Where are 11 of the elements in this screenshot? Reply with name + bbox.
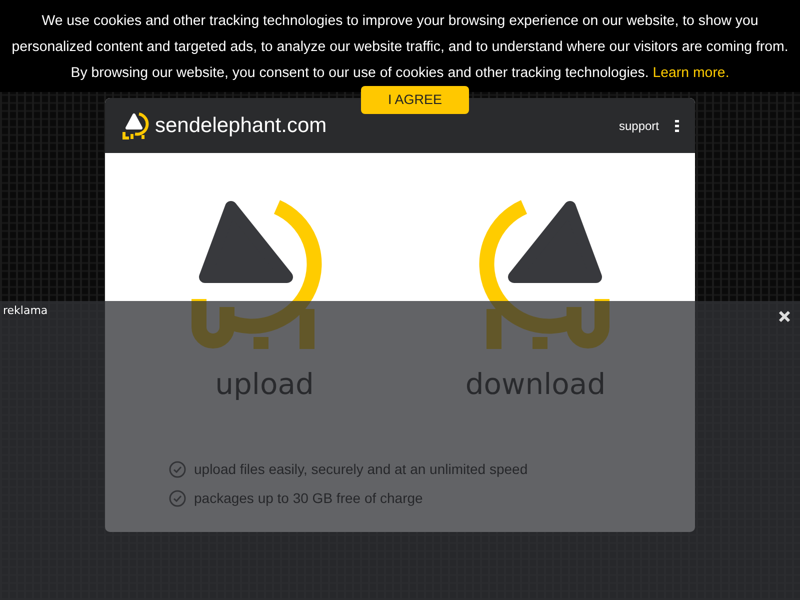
feature-text: upload files easily, securely and at an unlimited speed [194,460,528,479]
site-logo-text[interactable]: sendelephant.com [155,110,327,142]
elephant-logo-icon [121,110,151,140]
ad-label: reklama [3,303,48,319]
learn-more-link[interactable]: Learn more. [652,65,730,81]
agree-button[interactable]: I AGREE [361,86,469,114]
menu-icon[interactable] [675,120,679,132]
feature-text: packages up to 30 GB free of charge [194,488,423,508]
support-link[interactable]: support [618,116,659,134]
close-icon[interactable] [778,310,791,323]
cookie-notice: We use cookies and other tracking technologies to improve your browsing experience on our website, to show you personalized content and targeted ads, to analyze our website traffic, and to understand where our visitors are coming from. By browsing our website, you consent to our use of cookies and other tracking technologies. Learn more. [12,13,788,81]
